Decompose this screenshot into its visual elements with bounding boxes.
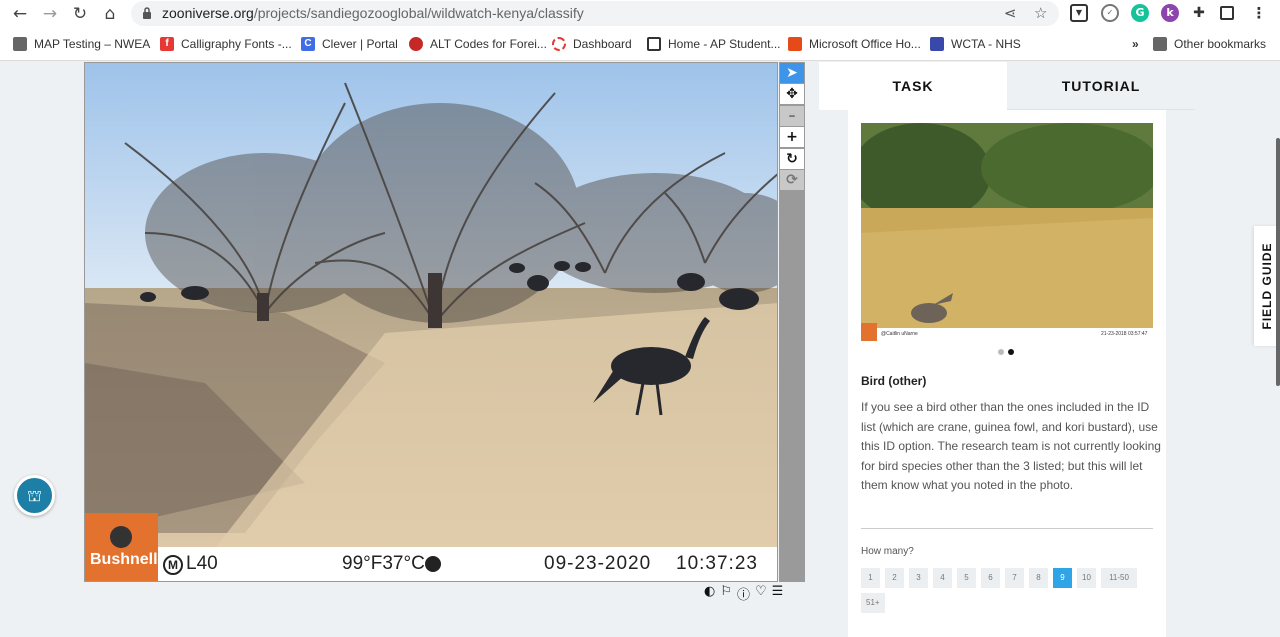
task-panel: TASK TUTORIAL @Caitlin uNarne 21-23-2018…: [819, 62, 1195, 637]
heart-icon[interactable]: ♡: [755, 584, 767, 600]
subject-image[interactable]: Bushnell M L40 99°F37°C 09-23-2020 10:37…: [84, 62, 778, 582]
wcta-icon: [930, 37, 944, 51]
reload-button[interactable]: ↻: [69, 3, 91, 25]
dashboard-icon: [552, 37, 566, 51]
bookmarks-bar: MAP Testing – NWEA f Calligraphy Fonts -.…: [0, 27, 1280, 61]
example-image[interactable]: @Caitlin uNarne 21-23-2018 03:57:47: [861, 123, 1153, 341]
briefcase-icon: [13, 37, 27, 51]
lock-icon: [143, 7, 151, 19]
bookmark-alt-codes[interactable]: ALT Codes for Forei...: [409, 36, 547, 52]
count-option-5[interactable]: 5: [957, 568, 976, 588]
share-icon[interactable]: ⋖: [1004, 4, 1017, 22]
carousel-dot-active[interactable]: [1008, 349, 1014, 355]
camera-trap-photo: [85, 63, 777, 581]
reset-button[interactable]: ⟳: [780, 170, 804, 190]
bookmark-wcta[interactable]: WCTA - NHS: [930, 36, 1021, 52]
bookmark-star-icon[interactable]: ☆: [1034, 4, 1047, 22]
count-option-1[interactable]: 1: [861, 568, 880, 588]
task-tabs: TASK TUTORIAL: [819, 62, 1195, 110]
flag-icon[interactable]: ⚐: [720, 584, 732, 600]
count-option-4[interactable]: 4: [933, 568, 952, 588]
camera-model-badge: M: [163, 555, 183, 575]
extensions-puzzle-icon[interactable]: ✚: [1190, 4, 1208, 22]
grammarly-extension-icon[interactable]: G: [1131, 4, 1149, 22]
office-icon: [788, 37, 802, 51]
zoom-out-button[interactable]: –: [780, 106, 804, 126]
page-scrollbar[interactable]: [1276, 138, 1280, 386]
how-many-label: How many?: [861, 546, 914, 557]
temperature-readout: 99°F37°C: [342, 553, 425, 574]
rotate-button[interactable]: ↻: [780, 149, 804, 169]
address-bar[interactable]: zooniverse.org/projects/sandiegozoogloba…: [131, 1, 1059, 26]
other-bookmarks[interactable]: Other bookmarks: [1153, 36, 1266, 52]
shield-extension-icon[interactable]: ▼: [1070, 4, 1088, 22]
side-panel-icon[interactable]: [1220, 6, 1234, 20]
forward-button[interactable]: →: [39, 3, 61, 25]
home-button[interactable]: ⌂: [99, 3, 121, 25]
bookmark-office[interactable]: Microsoft Office Ho...: [788, 36, 921, 52]
zoom-in-button[interactable]: +: [780, 127, 804, 147]
capture-date: 09-23-2020: [544, 553, 652, 574]
example-bird-photo: [861, 123, 1153, 341]
carousel-dot[interactable]: [998, 349, 1004, 355]
field-guide-label: FIELD GUIDE: [1260, 242, 1274, 330]
moon-phase-icon: [425, 556, 441, 572]
camera-brand-logo: Bushnell: [90, 551, 158, 568]
move-tool-button[interactable]: ✥: [780, 84, 804, 104]
count-option-3[interactable]: 3: [909, 568, 928, 588]
annotate-tool-button[interactable]: ➤: [780, 63, 804, 83]
choice-title: Bird (other): [861, 374, 927, 388]
count-option-2[interactable]: 2: [885, 568, 904, 588]
calligraphy-icon: f: [160, 37, 174, 51]
image-toolbar: ➤ ✥ – + ↻ ⟳: [779, 62, 805, 582]
info-icon[interactable]: ⓘ: [737, 584, 750, 603]
alt-codes-icon: [409, 37, 423, 51]
browser-toolbar: ← → ↻ ⌂ zooniverse.org/projects/sandiego…: [0, 0, 1280, 27]
bookmark-calligraphy[interactable]: f Calligraphy Fonts -...: [160, 36, 292, 52]
bookmarks-overflow[interactable]: »: [1132, 36, 1139, 52]
bookmark-clever[interactable]: C Clever | Portal: [301, 36, 398, 52]
menu-kebab-icon[interactable]: ⋮: [1250, 4, 1268, 22]
help-icon: ⛫: [27, 486, 42, 505]
example-timestamp: 21-23-2018 03:57:47: [1101, 331, 1148, 337]
ap-icon: [647, 37, 661, 51]
tab-tutorial[interactable]: TUTORIAL: [1007, 62, 1195, 110]
bookmark-map-testing[interactable]: MAP Testing – NWEA: [13, 36, 150, 52]
clever-icon: C: [301, 37, 315, 51]
count-option-11-50[interactable]: 11-50: [1101, 568, 1137, 588]
count-option-7[interactable]: 7: [1005, 568, 1024, 588]
choice-description: If you see a bird other than the ones in…: [861, 400, 1161, 493]
example-carousel-dots: [998, 349, 1014, 355]
count-options: 1 2 3 4 5 6 7 8 9 10 11-50 51+: [861, 568, 1161, 613]
camera-model: L40: [186, 553, 218, 574]
count-option-51-plus[interactable]: 51+: [861, 593, 885, 613]
classify-page: Bushnell M L40 99°F37°C 09-23-2020 10:37…: [0, 62, 1280, 637]
count-option-10[interactable]: 10: [1077, 568, 1096, 588]
divider: [861, 528, 1153, 529]
panel-gutter-right: [1166, 110, 1195, 637]
capture-time: 10:37:23: [676, 553, 758, 574]
count-option-9-selected[interactable]: 9: [1053, 568, 1072, 588]
bookmark-ap-student[interactable]: Home - AP Student...: [647, 36, 781, 52]
image-actions: ◐ ⚐ ⓘ ♡ ☰: [704, 584, 784, 603]
count-option-8[interactable]: 8: [1029, 568, 1048, 588]
folder-icon: [1153, 37, 1167, 51]
url-text: zooniverse.org/projects/sandiegozoogloba…: [162, 5, 584, 21]
collections-icon[interactable]: ☰: [772, 584, 784, 600]
privacy-extension-icon[interactable]: ✓: [1101, 4, 1119, 22]
panel-gutter-left: [819, 110, 848, 637]
back-button[interactable]: ←: [9, 3, 31, 25]
choice-detail: @Caitlin uNarne 21-23-2018 03:57:47 Bird…: [848, 110, 1166, 637]
bookmark-dashboard[interactable]: Dashboard: [552, 36, 632, 52]
invert-icon[interactable]: ◐: [704, 584, 715, 600]
accessibility-help-button[interactable]: ⛫: [14, 475, 55, 516]
example-credit: @Caitlin uNarne: [881, 331, 918, 337]
count-option-6[interactable]: 6: [981, 568, 1000, 588]
kami-extension-icon[interactable]: k: [1161, 4, 1179, 22]
tab-task[interactable]: TASK: [819, 62, 1007, 110]
